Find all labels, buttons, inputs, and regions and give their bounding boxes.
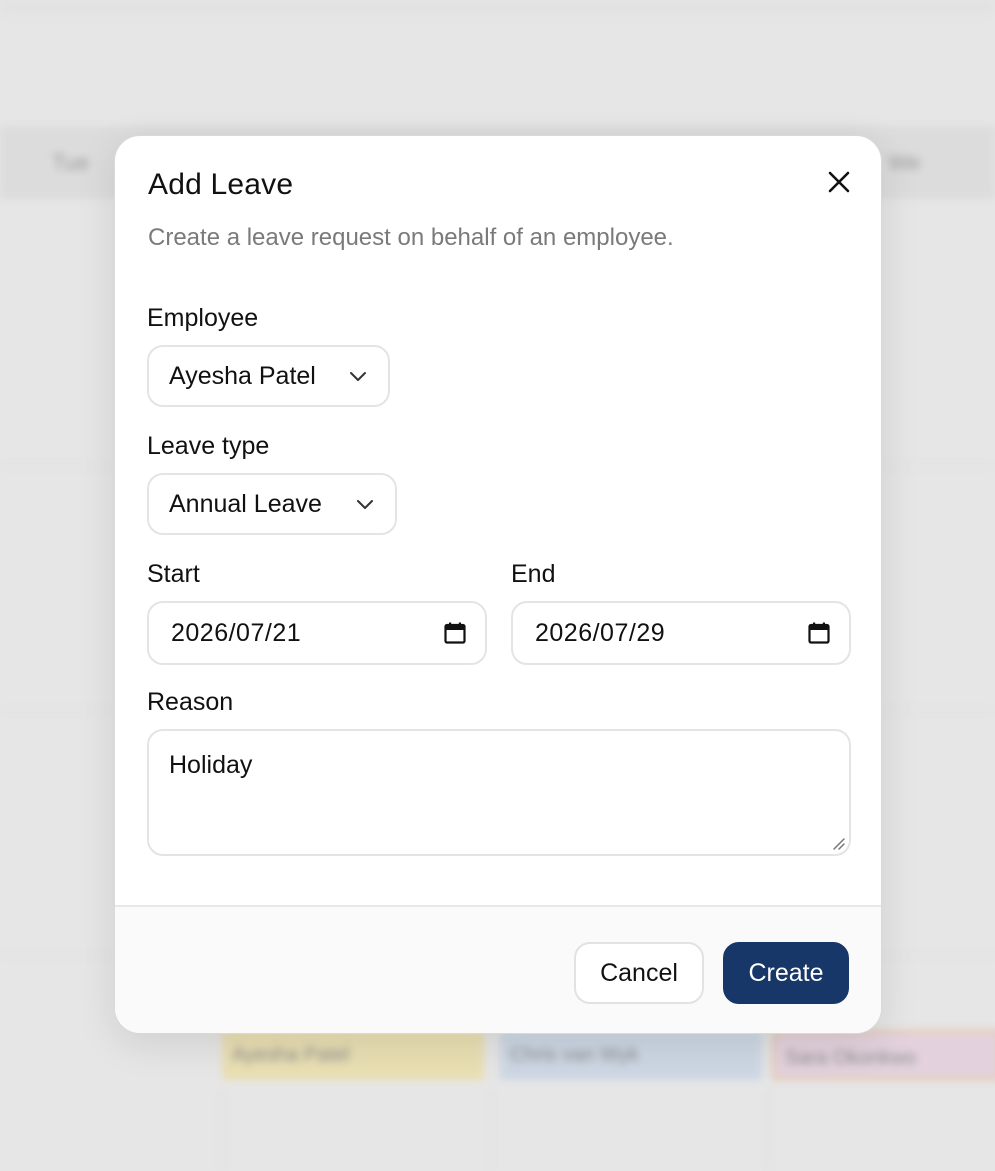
resize-handle-icon[interactable]	[831, 836, 845, 850]
chevron-down-icon	[348, 366, 368, 386]
start-date-label: Start	[147, 560, 200, 588]
end-date-value: 2026/07/29	[535, 618, 666, 647]
background-divider	[490, 1090, 491, 1171]
close-button[interactable]	[823, 166, 855, 198]
background-divider	[222, 1090, 223, 1171]
end-date-label: End	[511, 560, 556, 588]
reason-value: Holiday	[169, 751, 253, 779]
start-date-value: 2026/07/21	[171, 618, 302, 647]
employee-label: Employee	[147, 304, 259, 332]
end-date-input[interactable]: 2026/07/29	[511, 601, 851, 665]
dialog-footer: Cancel Create	[115, 905, 881, 1033]
dialog-title: Add Leave	[148, 168, 294, 201]
start-date-input[interactable]: 2026/07/21	[147, 601, 487, 665]
calendar-icon[interactable]	[807, 621, 831, 645]
background-leave-chip: Sara Okonkwo	[772, 1030, 995, 1080]
background-topbar	[0, 0, 995, 14]
background-divider	[768, 1090, 769, 1171]
leave-type-select[interactable]: Annual Leave	[147, 473, 397, 535]
reason-textarea[interactable]: Holiday	[147, 729, 851, 856]
employee-select-value: Ayesha Patel	[169, 361, 316, 390]
close-icon	[828, 171, 850, 193]
reason-label: Reason	[147, 688, 234, 716]
background-leave-chip: Chris van Wyk	[500, 1030, 762, 1080]
background-day-header: Tue	[52, 150, 90, 175]
leave-type-label: Leave type	[147, 432, 270, 460]
dialog-subtitle: Create a leave request on behalf of an e…	[148, 224, 674, 251]
background-leave-chip: Ayesha Patel	[222, 1030, 484, 1080]
employee-select[interactable]: Ayesha Patel	[147, 345, 390, 407]
cancel-button[interactable]: Cancel	[574, 942, 704, 1004]
create-button[interactable]: Create	[723, 942, 849, 1004]
chevron-down-icon	[355, 494, 375, 514]
add-leave-dialog: Add Leave Create a leave request on beha…	[114, 135, 882, 1034]
background-day-header: We	[888, 150, 921, 175]
calendar-icon[interactable]	[443, 621, 467, 645]
leave-type-select-value: Annual Leave	[169, 489, 322, 518]
